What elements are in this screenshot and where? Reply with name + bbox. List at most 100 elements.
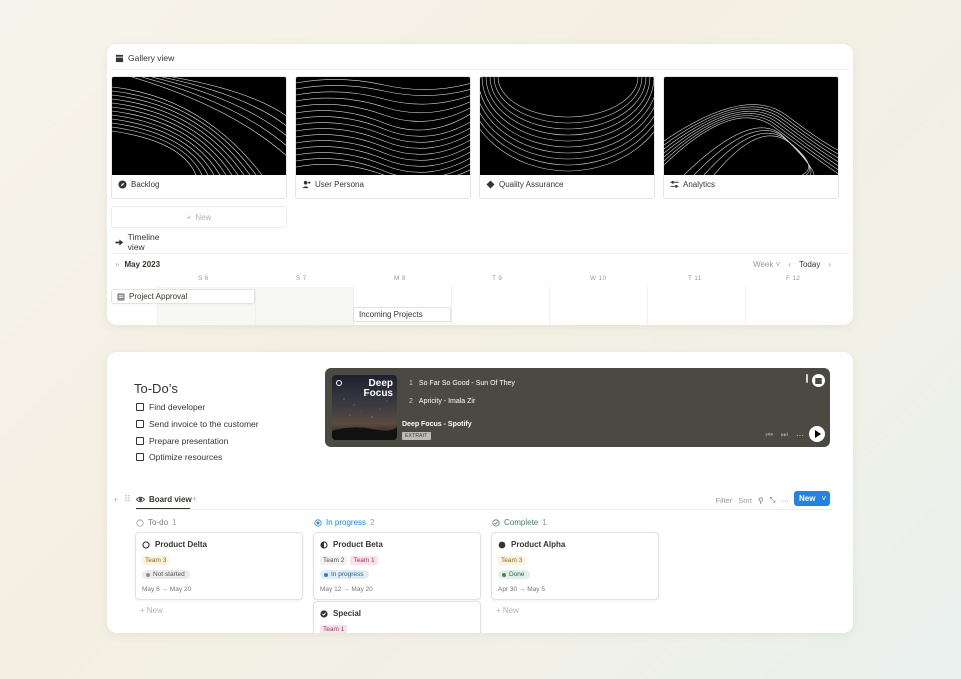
status-text: Done (509, 571, 525, 578)
gallery-card-title: Backlog (118, 180, 159, 189)
column-count: 2 (370, 518, 375, 527)
tag-row: Team 2 Team 1 (320, 556, 378, 565)
card-title-text: Product Beta (333, 540, 383, 549)
add-view-icon[interactable]: + (192, 494, 197, 504)
playlist-cover-art[interactable]: Deep Focus (332, 375, 397, 440)
track-title: So Far So Good - Sun Of They (418, 380, 515, 387)
expand-icon[interactable]: ⤡ (770, 495, 776, 505)
sort-button[interactable]: Sort (738, 496, 752, 505)
gallery-card-title: Analytics (670, 180, 715, 189)
tab-timeline-view[interactable]: Timeline view (115, 230, 177, 254)
timeline-bar-incoming-projects[interactable]: Incoming Projects (353, 307, 451, 322)
gallery-new-button[interactable]: + New (111, 206, 287, 228)
collapse-chevrons-icon[interactable]: » (115, 260, 119, 269)
timeline-bar-project-approval[interactable]: Project Approval (111, 289, 255, 304)
todo-item[interactable]: Optimize resources (136, 452, 222, 462)
gallery-card-label: Analytics (683, 180, 716, 189)
card-title-text: Product Alpha (511, 540, 566, 549)
spotify-icon[interactable] (812, 374, 825, 387)
gallery-card-quality-assurance[interactable]: Quality Assurance (479, 76, 655, 199)
board-card[interactable]: Product Beta Team 2 Team 1 In progress M… (313, 532, 481, 600)
card-title: Product Delta (142, 540, 207, 549)
add-card-todo[interactable]: + New (140, 606, 163, 615)
gallery-card-user-persona[interactable]: User Persona (295, 76, 471, 199)
status-row: Done (498, 570, 530, 579)
playlist-name[interactable]: Deep Focus - Spotify (402, 421, 472, 428)
tab-board-view[interactable]: Board view (136, 491, 192, 508)
add-block-icon[interactable]: + (113, 495, 118, 505)
board-toolbar: Filter Sort ⚲ ⤡ ··· (716, 495, 789, 505)
date-range: May 12 → May 20 (320, 586, 373, 593)
more-icon[interactable]: ··· (782, 496, 790, 505)
week-scale-select[interactable]: Week ˅ (753, 260, 780, 269)
team-tag: Team 2 (320, 556, 348, 565)
gallery-card-backlog[interactable]: Backlog (111, 76, 287, 199)
todo-item[interactable]: Prepare presentation (136, 436, 228, 446)
play-icon[interactable] (809, 426, 825, 442)
status-badge: Not started (142, 570, 190, 579)
filter-button[interactable]: Filter (716, 496, 733, 505)
block-handles: + ⠿ (113, 494, 131, 505)
gallery-card-title: User Persona (302, 180, 364, 189)
abstract-cover-image (112, 77, 286, 175)
gallery-icon (115, 54, 124, 62)
tab-gallery-view[interactable]: Gallery view (115, 46, 179, 70)
search-icon[interactable]: ⚲ (758, 496, 764, 505)
column-name: In progress (326, 518, 367, 527)
drag-handle-icon[interactable]: ⠿ (124, 494, 131, 505)
bar-label: Incoming Projects (359, 310, 423, 319)
page-icon (117, 292, 125, 301)
card-title: Product Alpha (498, 540, 565, 549)
chevron-left-icon[interactable]: ‹ (788, 260, 791, 269)
team-tag: Team 3 (498, 556, 526, 565)
tag-row: Team 1 (320, 625, 348, 633)
scroll-indicator (806, 374, 808, 383)
chevron-right-icon[interactable]: › (828, 260, 831, 269)
column-header-todo: To-do 1 (136, 518, 176, 527)
todo-label: Optimize resources (149, 452, 223, 462)
previous-icon[interactable]: ⏮ (766, 430, 773, 440)
bar-label: Project Approval (129, 292, 188, 301)
next-icon[interactable]: ⏭ (781, 430, 788, 440)
card-title: Product Beta (320, 540, 383, 549)
date-range: May 6 → May 20 (142, 586, 192, 593)
track-title: Apricity - Imala Zir (418, 398, 476, 405)
tab-label: Board view (149, 495, 192, 504)
player-controls: ⏮ ⏭ ··· (766, 430, 804, 440)
team-tag: Team 1 (320, 625, 348, 633)
board-card[interactable]: Special Team 1 (313, 601, 481, 633)
gallery-card-label: Quality Assurance (499, 180, 564, 189)
todo-item[interactable]: Find developer (136, 402, 205, 412)
todo-label: Send invoice to the customer (149, 419, 259, 429)
abstract-cover-image (296, 77, 470, 175)
todo-item[interactable]: Send invoice to the customer (136, 419, 259, 429)
abstract-cover-image (664, 77, 838, 175)
board-card[interactable]: Product Delta Team 3 Not started May 6 →… (135, 532, 303, 600)
card-title-text: Product Delta (155, 540, 208, 549)
sliders-icon (670, 180, 679, 188)
board-card[interactable]: Product Alpha Team 3 Done Apr 30 → May 5 (491, 532, 659, 600)
new-button[interactable]: New ˅ (794, 491, 830, 506)
today-button[interactable]: Today (799, 260, 820, 269)
new-label: New (502, 606, 519, 615)
column-count: 1 (172, 518, 177, 527)
checkbox[interactable] (136, 420, 144, 428)
database-views-card: Gallery view Backlog User Persona Qualit… (107, 44, 853, 325)
more-icon[interactable]: ··· (796, 431, 804, 440)
track-row[interactable]: 1 So Far So Good - Sun Of They (409, 380, 515, 387)
checkbox[interactable] (136, 437, 144, 445)
track-row[interactable]: 2 Apricity - Imala Zir (409, 398, 475, 405)
column-count: 1 (542, 518, 547, 527)
day-label: M 8 (394, 275, 406, 282)
status-row: In progress (320, 570, 369, 579)
checkbox[interactable] (136, 453, 144, 461)
gallery-card-title: Quality Assurance (486, 180, 563, 189)
check-circle-icon (492, 518, 500, 527)
checkbox[interactable] (136, 403, 144, 411)
chevron-down-icon[interactable]: ˅ (821, 494, 826, 503)
plus-icon: + (186, 212, 192, 222)
gallery-card-analytics[interactable]: Analytics (663, 76, 839, 199)
add-card-complete[interactable]: + New (496, 606, 519, 615)
new-label: New (146, 606, 163, 615)
workspace-card: To-Do’s Find developer Send invoice to t… (107, 352, 853, 633)
